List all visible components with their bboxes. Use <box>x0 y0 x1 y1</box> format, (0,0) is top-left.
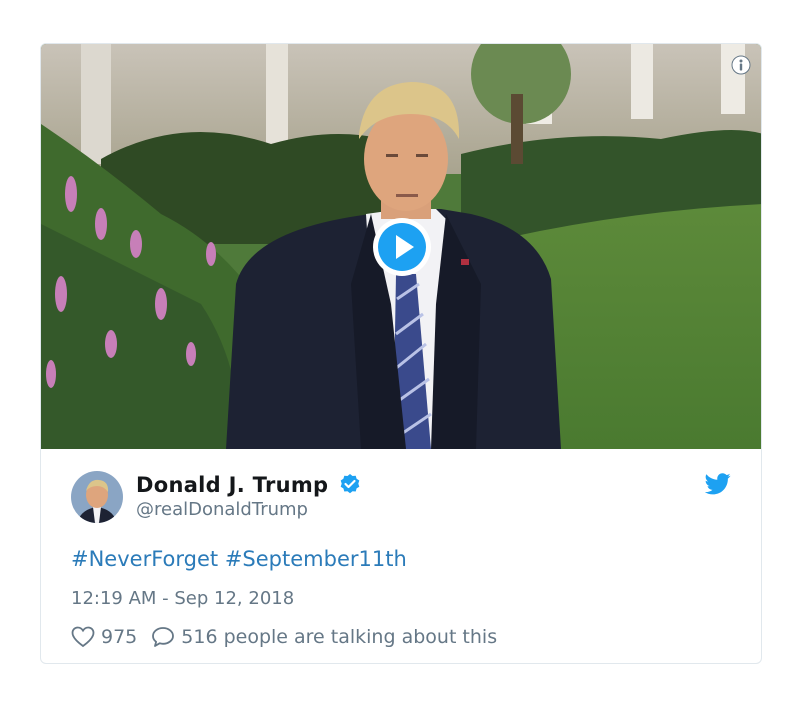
tweet-actions: 975 516 people are talking about this <box>71 626 497 648</box>
like-count: 975 <box>101 626 138 648</box>
hashtag-link[interactable]: #September11th <box>225 547 407 571</box>
play-button[interactable] <box>372 217 432 277</box>
conversation-text: 516 people are talking about this <box>181 626 498 648</box>
display-name[interactable]: Donald J. Trump <box>136 473 328 497</box>
tweet-body: Donald J. Trump @realDonaldTrump #NeverF… <box>41 449 761 648</box>
like-action[interactable]: 975 <box>71 626 137 648</box>
heart-icon <box>71 626 95 648</box>
avatar[interactable] <box>71 471 123 523</box>
tweet-text: #NeverForget #September11th <box>71 547 407 571</box>
hashtag-link[interactable]: #NeverForget <box>71 547 218 571</box>
handle[interactable]: @realDonaldTrump <box>136 499 361 520</box>
verified-badge-icon <box>341 474 360 494</box>
info-icon[interactable] <box>731 55 751 75</box>
avatar-image <box>71 471 123 523</box>
speech-bubble-icon <box>152 627 175 647</box>
author-block[interactable]: Donald J. Trump @realDonaldTrump <box>136 473 361 520</box>
twitter-bird-icon[interactable] <box>705 473 731 495</box>
video-thumbnail[interactable] <box>41 44 761 449</box>
embedded-tweet-card[interactable]: Donald J. Trump @realDonaldTrump #NeverF… <box>40 43 762 664</box>
conversation-action[interactable]: 516 people are talking about this <box>151 626 497 648</box>
timestamp-link[interactable]: 12:19 AM - Sep 12, 2018 <box>71 588 294 609</box>
